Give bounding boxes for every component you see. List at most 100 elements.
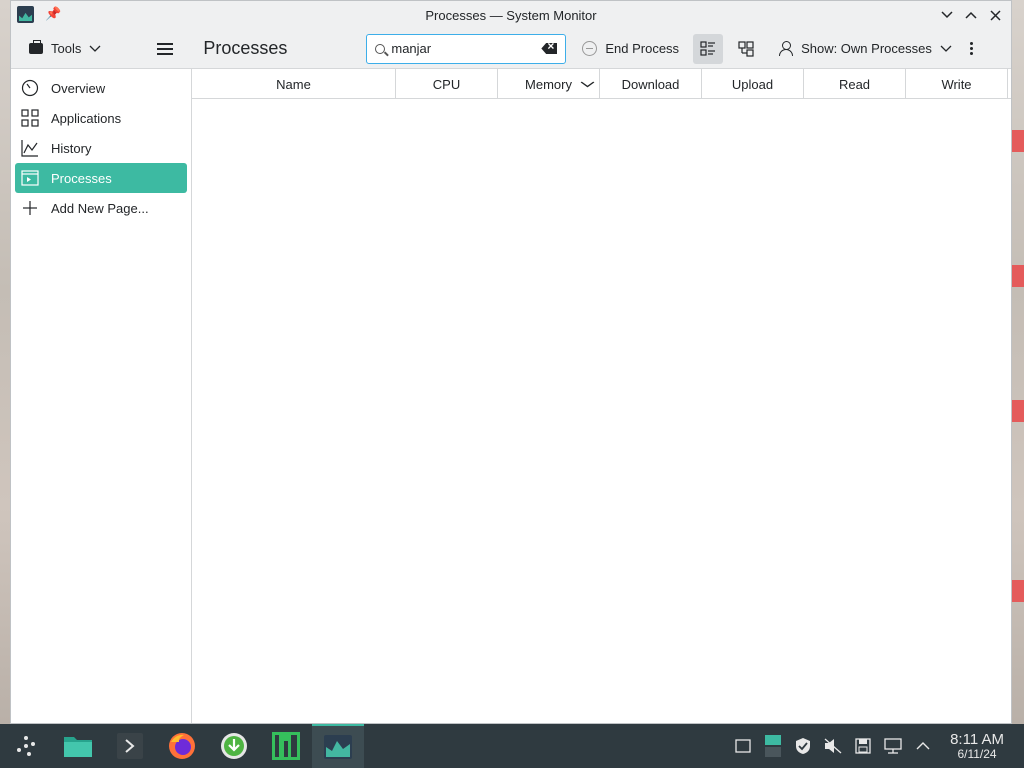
speedometer-icon xyxy=(21,79,39,97)
sidebar-item-applications[interactable]: Applications xyxy=(15,103,187,133)
storage-tray-button[interactable] xyxy=(854,737,872,755)
briefcase-icon xyxy=(29,40,43,54)
chevron-down-icon xyxy=(941,11,953,19)
desktop-wallpaper-stripe xyxy=(1010,580,1024,602)
user-icon xyxy=(779,41,794,56)
system-monitor-window: 📌 Processes — System Monitor Tools Proce… xyxy=(10,0,1012,724)
chevron-up-icon xyxy=(965,11,977,19)
floppy-disk-icon xyxy=(855,738,871,754)
table-header: Name CPU Memory Download Upload Read Wri… xyxy=(192,69,1011,99)
clock[interactable]: 8:11 AM 6/11/24 xyxy=(950,732,1004,760)
column-header-upload[interactable]: Upload xyxy=(702,69,804,99)
sidebar-item-overview[interactable]: Overview xyxy=(15,73,187,103)
system-monitor-icon xyxy=(324,735,352,759)
sidebar-item-label: Add New Page... xyxy=(51,200,149,216)
file-manager-button[interactable] xyxy=(52,724,104,768)
process-table: Name CPU Memory Download Upload Read Wri… xyxy=(192,69,1011,723)
end-process-label: End Process xyxy=(605,41,680,56)
manjaro-icon xyxy=(272,732,300,760)
maximize-button[interactable] xyxy=(963,5,979,25)
app-launcher-icon xyxy=(17,736,35,756)
main-toolbar: Tools Processes End Process xyxy=(11,29,1011,69)
virtual-desktops-button[interactable] xyxy=(764,735,782,757)
list-view-button[interactable] xyxy=(693,33,724,64)
taskbar: 8:11 AM 6/11/24 xyxy=(0,724,1024,768)
end-process-icon xyxy=(582,41,598,56)
sidebar-item-label: History xyxy=(51,140,92,156)
tree-view-icon xyxy=(738,40,754,57)
close-button[interactable] xyxy=(987,5,1003,25)
list-view-icon xyxy=(700,40,716,56)
sidebar-item-label: Applications xyxy=(51,110,122,126)
sort-descending-icon xyxy=(580,81,595,88)
tree-view-button[interactable] xyxy=(731,34,761,64)
title-bar[interactable]: 📌 Processes — System Monitor xyxy=(11,1,1011,29)
search-icon xyxy=(375,43,386,54)
manjaro-button[interactable] xyxy=(260,724,312,768)
search-input[interactable] xyxy=(391,41,536,56)
sidebar-item-add-new-page[interactable]: Add New Page... xyxy=(15,193,187,223)
desktop-wallpaper-stripe xyxy=(1010,400,1024,422)
clock-date: 6/11/24 xyxy=(957,746,997,761)
hamburger-menu-icon[interactable] xyxy=(157,42,174,55)
close-icon xyxy=(989,9,1001,21)
page-title: Processes xyxy=(203,38,288,58)
search-field[interactable] xyxy=(366,33,567,64)
window-controls xyxy=(939,5,1003,25)
grid-icon xyxy=(21,109,39,127)
column-header-name[interactable]: Name xyxy=(192,69,396,99)
software-updater-icon xyxy=(221,733,247,759)
column-header-read[interactable]: Read xyxy=(804,69,906,99)
system-monitor-taskbar-button[interactable] xyxy=(312,724,364,768)
column-header-memory[interactable]: Memory xyxy=(498,69,600,99)
content-area: Overview Applications History Processes … xyxy=(11,69,1011,723)
column-header-label: Memory xyxy=(525,76,572,92)
sidebar-item-label: Overview xyxy=(51,80,106,96)
volume-tray-button[interactable] xyxy=(824,737,842,755)
more-options-icon[interactable] xyxy=(969,42,973,55)
clock-time: 8:11 AM xyxy=(950,730,1004,748)
terminal-icon xyxy=(117,733,143,759)
firefox-icon xyxy=(169,733,195,759)
clear-text-icon[interactable] xyxy=(541,43,558,54)
window-icon xyxy=(21,170,39,186)
system-tray: 8:11 AM 6/11/24 xyxy=(734,724,1024,768)
sidebar-item-history[interactable]: History xyxy=(15,133,187,163)
minimize-button[interactable] xyxy=(939,5,955,25)
column-header-download[interactable]: Download xyxy=(600,69,702,99)
window-icon xyxy=(735,739,751,753)
column-header-write[interactable]: Write xyxy=(906,69,1008,99)
plus-icon xyxy=(23,201,37,215)
network-tray-button[interactable] xyxy=(884,737,902,755)
chevron-up-icon xyxy=(916,742,930,750)
chevron-down-icon xyxy=(940,45,952,52)
sidebar: Overview Applications History Processes … xyxy=(11,69,192,723)
file-manager-icon xyxy=(64,737,92,757)
software-updater-button[interactable] xyxy=(208,724,260,768)
firefox-button[interactable] xyxy=(156,724,208,768)
sidebar-item-label: Processes xyxy=(51,170,112,186)
end-process-button[interactable]: End Process xyxy=(582,41,679,56)
expand-tray-button[interactable] xyxy=(914,737,932,755)
desktop-wallpaper-stripe xyxy=(1010,265,1024,287)
virtual-desktops-icon xyxy=(765,735,782,757)
show-processes-dropdown[interactable]: Show: Own Processes xyxy=(779,41,952,56)
shield-check-icon xyxy=(796,738,811,754)
system-monitor-icon[interactable] xyxy=(17,6,34,23)
terminal-button[interactable] xyxy=(104,724,156,768)
security-tray-button[interactable] xyxy=(794,737,812,755)
sidebar-item-processes[interactable]: Processes xyxy=(15,163,187,193)
tools-menu-button[interactable]: Tools xyxy=(25,35,105,63)
column-header-cpu[interactable]: CPU xyxy=(396,69,498,99)
tools-label: Tools xyxy=(51,41,82,56)
app-launcher-button[interactable] xyxy=(0,724,52,768)
show-processes-label: Show: Own Processes xyxy=(801,41,932,56)
network-wired-icon xyxy=(884,738,902,754)
window-title: Processes — System Monitor xyxy=(425,7,597,23)
desktop-wallpaper-stripe xyxy=(1010,130,1024,152)
pin-icon[interactable]: 📌 xyxy=(45,6,61,22)
chart-line-icon xyxy=(21,140,38,157)
show-desktop-button[interactable] xyxy=(734,737,752,755)
chevron-down-icon xyxy=(89,45,101,52)
volume-muted-icon xyxy=(824,738,842,754)
